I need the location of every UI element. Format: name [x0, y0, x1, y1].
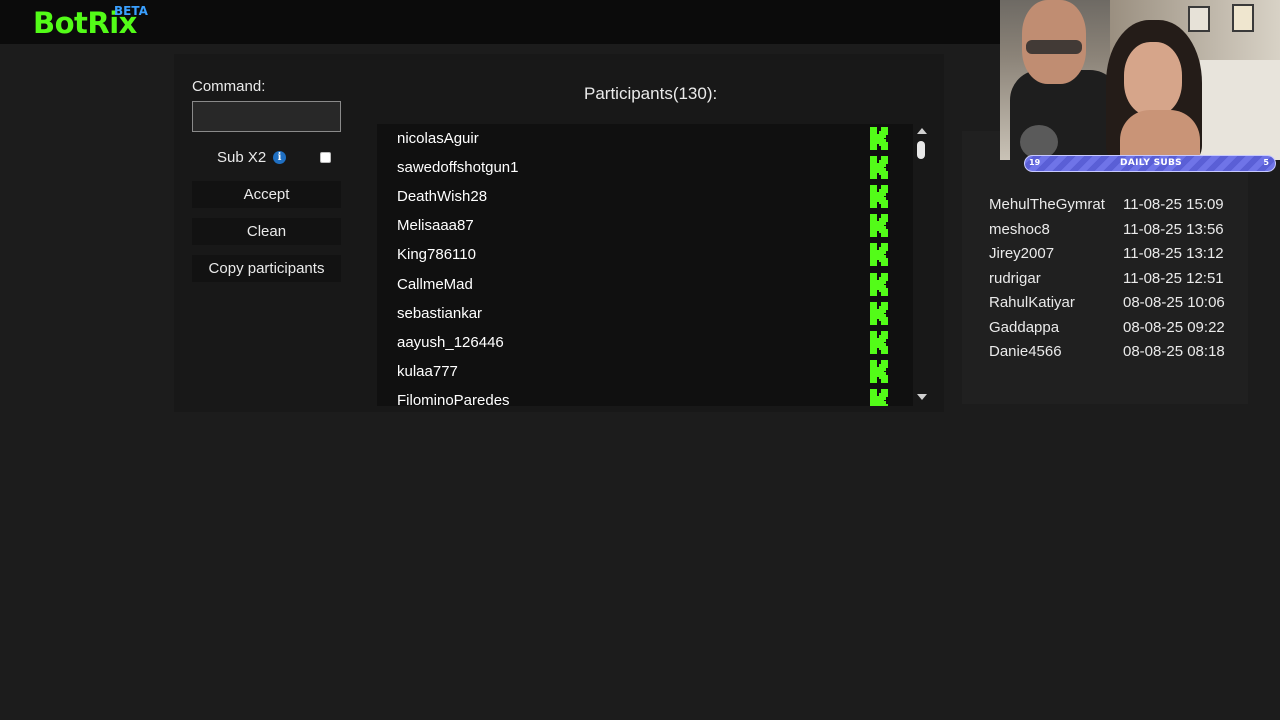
participant-row[interactable]: kulaa777: [377, 357, 913, 386]
participant-row[interactable]: sebastiankar: [377, 299, 913, 328]
sub-username: Gaddappa: [989, 318, 1060, 336]
participant-name: nicolasAguir: [397, 130, 479, 147]
command-label: Command:: [192, 78, 266, 95]
kick-icon: [870, 330, 890, 354]
participant-row[interactable]: CallmeMad: [377, 270, 913, 299]
participants-title: Participants(130):: [584, 84, 718, 103]
bed: [1200, 60, 1280, 160]
sub-row: rudrigar 11-08-25 12:51: [989, 270, 1229, 290]
subx2-checkbox[interactable]: [320, 152, 331, 163]
sub-username: MehulTheGymrat: [989, 196, 1105, 213]
wall-picture: [1188, 6, 1210, 32]
kick-icon: [870, 388, 890, 406]
kick-icon: [870, 272, 890, 296]
sub-timestamp: 11-08-25 13:56: [1123, 220, 1224, 238]
webcam-overlay: [1000, 0, 1280, 160]
beta-badge: BETA: [114, 4, 148, 18]
participant-name: sebastiankar: [397, 304, 483, 322]
daily-subs-label: DAILY SUBS: [1120, 158, 1182, 168]
kick-icon: [870, 156, 890, 180]
info-icon[interactable]: i: [273, 151, 286, 164]
scroll-thumb[interactable]: [917, 141, 925, 159]
sub-timestamp: 08-08-25 09:22: [1123, 318, 1225, 336]
kick-icon: [870, 301, 890, 325]
participant-name: FilominoParedes: [397, 391, 510, 406]
sub-timestamp: 11-08-25 13:12: [1123, 245, 1224, 262]
kick-icon: [870, 127, 890, 150]
sub-timestamp: 11-08-25 15:09: [1123, 196, 1224, 213]
sunglasses: [1026, 40, 1082, 54]
daily-subs-goal: 5: [1263, 158, 1269, 167]
wall-picture: [1232, 4, 1254, 32]
participants-list[interactable]: nicolasAguir sawedoffshotgun1 DeathWish28 M…: [377, 124, 913, 406]
participant-row[interactable]: sawedoffshotgun1: [377, 153, 913, 182]
kick-icon: [870, 243, 890, 267]
participant-row[interactable]: King786110: [377, 240, 913, 269]
participant-row[interactable]: Melisaaa87: [377, 211, 913, 240]
scroll-up-arrow-icon[interactable]: [917, 128, 927, 134]
sub-row: meshoc8 11-08-25 13:56: [989, 221, 1229, 241]
sub-row: Gaddappa 08-08-25 09:22: [989, 319, 1229, 339]
accept-button[interactable]: Accept: [192, 181, 341, 208]
participant-name: Melisaaa87: [397, 217, 474, 235]
participant-name: sawedoffshotgun1: [397, 159, 519, 177]
daily-subs-bar: 19 DAILY SUBS 5: [1024, 155, 1276, 172]
command-input[interactable]: [192, 101, 341, 132]
sub-username: rudrigar: [989, 269, 1041, 287]
sub-timestamp: 08-08-25 08:18: [1123, 343, 1225, 360]
participant-row[interactable]: DeathWish28: [377, 182, 913, 211]
sub-username: Jirey2007: [989, 245, 1055, 262]
participant-name: kulaa777: [397, 362, 458, 380]
sub-timestamp: 11-08-25 12:51: [1123, 269, 1224, 287]
sub-row: MehulTheGymrat 11-08-25 15:09: [989, 196, 1229, 216]
participant-row[interactable]: nicolasAguir: [377, 124, 913, 153]
participant-row[interactable]: FilominoParedes: [377, 386, 913, 406]
sub-row: Jirey2007 11-08-25 13:12: [989, 245, 1229, 265]
sub-row: Danie4566 08-08-25 08:18: [989, 343, 1229, 363]
participant-row[interactable]: aayush_126446: [377, 328, 913, 357]
copy-participants-button[interactable]: Copy participants: [192, 255, 341, 282]
kick-icon: [870, 214, 890, 238]
participant-name: aayush_126446: [397, 333, 504, 351]
kick-icon: [870, 185, 890, 209]
guest-face: [1124, 42, 1182, 116]
sub-timestamp: 08-08-25 10:06: [1123, 294, 1225, 311]
subx2-label: Sub X2: [217, 149, 267, 166]
clean-button[interactable]: Clean: [192, 218, 341, 245]
scroll-down-arrow-icon[interactable]: [917, 394, 927, 400]
guest-body: [1120, 110, 1200, 160]
participant-name: King786110: [397, 246, 476, 264]
kick-icon: [870, 359, 890, 383]
participants-scrollbar[interactable]: [913, 124, 929, 406]
participant-name: DeathWish28: [397, 188, 488, 206]
sub-username: meshoc8: [989, 220, 1050, 238]
participant-name: CallmeMad: [397, 275, 473, 293]
sub-username: RahulKatiyar: [989, 294, 1075, 311]
microphone: [1020, 125, 1058, 159]
sub-username: Danie4566: [989, 343, 1062, 360]
sub-row: RahulKatiyar 08-08-25 10:06: [989, 294, 1229, 314]
